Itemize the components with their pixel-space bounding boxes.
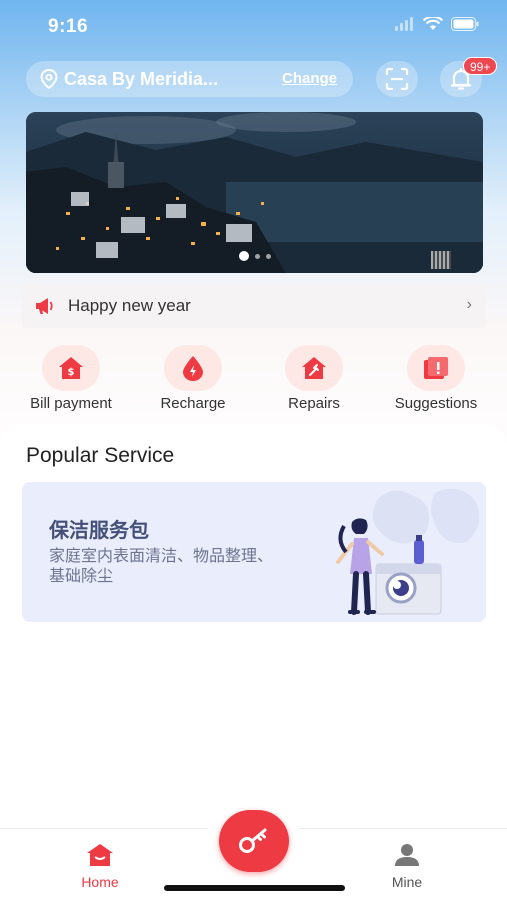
recharge-icon: [183, 356, 203, 381]
quick-action-label: Repairs: [288, 395, 340, 412]
location-selector[interactable]: Casa By Meridia... Change: [26, 61, 353, 97]
quick-actions: $ Bill payment Recharge Repairs Suggesti…: [0, 345, 507, 415]
home-indicator: [164, 885, 345, 891]
key-icon: [239, 828, 267, 853]
quick-action-recharge[interactable]: Recharge: [133, 345, 253, 412]
promo-banner[interactable]: [26, 112, 483, 273]
tab-home[interactable]: Home: [60, 843, 140, 890]
notice-text: Happy new year: [68, 296, 191, 315]
unlock-key-button[interactable]: [219, 810, 289, 872]
section-title: Popular Service: [26, 444, 175, 467]
carousel-dot[interactable]: [265, 253, 271, 259]
tab-mine-label: Mine: [391, 874, 423, 890]
wifi-icon: [423, 17, 443, 30]
notice-bar[interactable]: Happy new year ›: [22, 284, 486, 328]
location-name: Casa By Meridia...: [64, 68, 219, 89]
suggestions-icon: [424, 357, 448, 379]
quick-icon-bg: [164, 345, 222, 391]
service-card-cleaning[interactable]: 保洁服务包 家庭室内表面清洁、物品整理、基础除尘: [22, 482, 486, 622]
quick-icon-bg: $: [42, 345, 100, 391]
battery-icon: [451, 17, 479, 31]
status-bar: 9:16: [0, 0, 507, 54]
quick-action-bill-payment[interactable]: $ Bill payment: [11, 345, 131, 412]
service-title: 保洁服务包: [49, 520, 149, 542]
bill-icon: $: [59, 357, 83, 379]
cleaning-illustration: [336, 488, 480, 615]
location-pin-icon: [40, 69, 58, 89]
svg-text:$: $: [68, 367, 75, 378]
status-time: 9:16: [48, 16, 89, 37]
scan-icon: [385, 68, 409, 90]
header-row: Casa By Meridia... Change 99+: [26, 57, 498, 97]
quick-action-label: Recharge: [160, 395, 226, 412]
service-description: 家庭室内表面清洁、物品整理、基础除尘: [49, 548, 274, 585]
quick-action-repairs[interactable]: Repairs: [254, 345, 374, 412]
carousel-dots: [26, 251, 483, 261]
signal-icon: [395, 17, 413, 31]
quick-icon-bg: [285, 345, 343, 391]
carousel-dot[interactable]: [254, 253, 260, 259]
change-location-link[interactable]: Change: [282, 70, 337, 87]
tab-home-label: Home: [81, 874, 119, 890]
notification-badge: 99+: [463, 57, 498, 75]
home-icon: [87, 844, 113, 866]
chevron-right-icon: ›: [466, 296, 472, 313]
quick-action-label: Suggestions: [394, 395, 478, 412]
quick-action-suggestions[interactable]: Suggestions: [376, 345, 496, 412]
megaphone-icon: [36, 298, 53, 314]
quick-action-label: Bill payment: [30, 395, 112, 412]
banner-image: [26, 112, 483, 273]
quick-icon-bg: [407, 345, 465, 391]
scan-button[interactable]: [376, 61, 418, 97]
person-icon: [395, 844, 419, 866]
tab-mine[interactable]: Mine: [367, 843, 447, 890]
carousel-dot-active[interactable]: [238, 251, 249, 261]
status-icons: [395, 17, 479, 31]
repairs-icon: [302, 357, 326, 379]
